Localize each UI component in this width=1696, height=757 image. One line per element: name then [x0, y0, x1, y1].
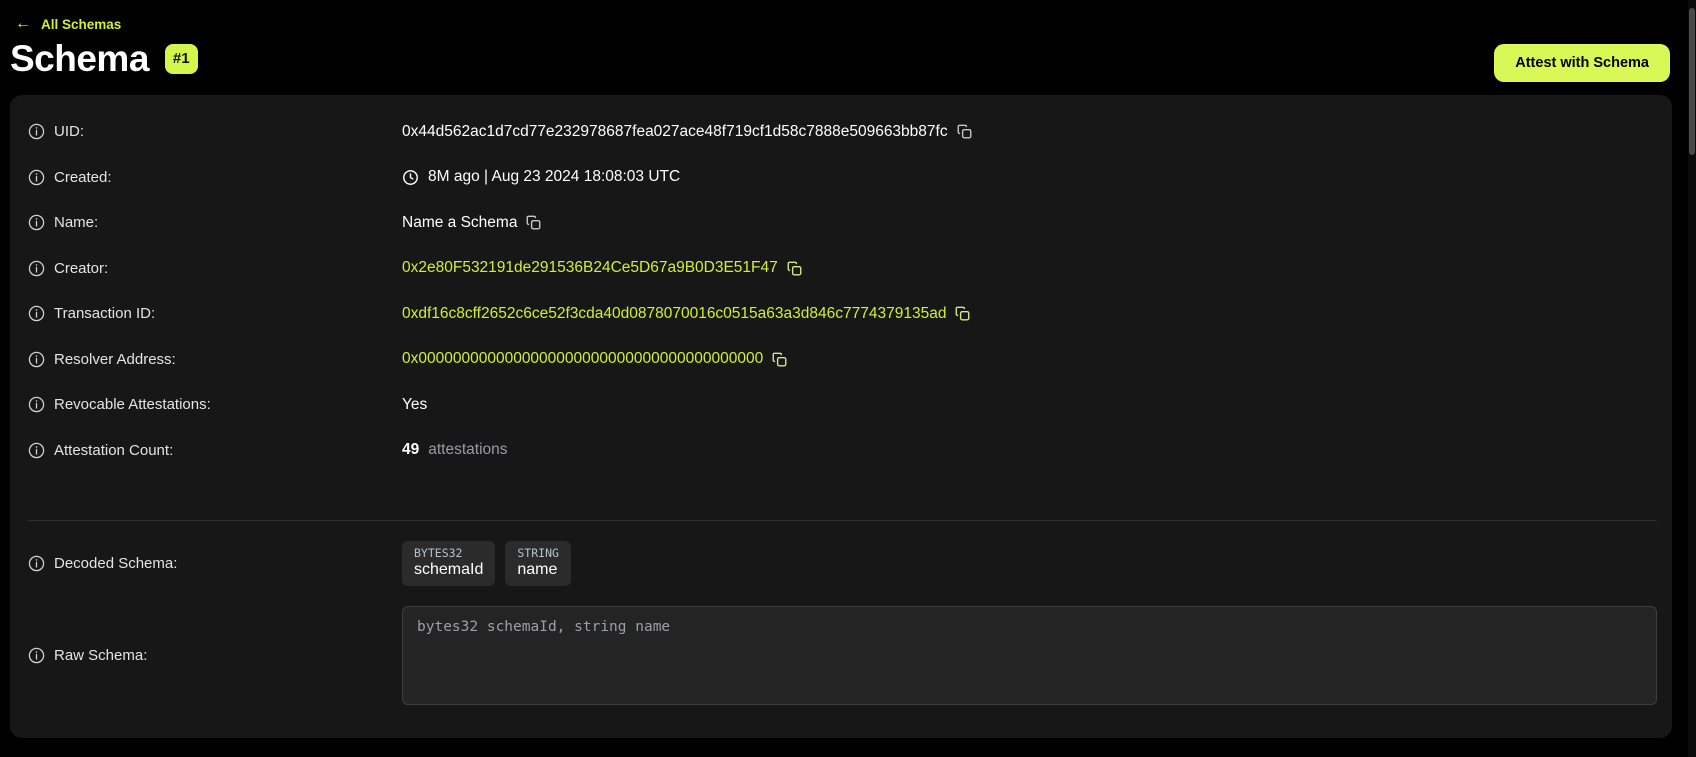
- field-label: Created:: [54, 169, 112, 186]
- revocable-value: Yes: [402, 396, 427, 414]
- copy-icon[interactable]: [957, 124, 972, 139]
- info-icon: [28, 305, 45, 322]
- field-row-resolver-address: Resolver Address: 0x00000000000000000000…: [28, 337, 1657, 383]
- back-to-all-schemas-link[interactable]: ← All Schemas: [15, 16, 121, 32]
- back-link-label: All Schemas: [41, 17, 121, 32]
- copy-icon[interactable]: [526, 215, 541, 230]
- field-label: UID:: [54, 123, 84, 140]
- field-row-created: Created: 8M ago | Aug 23 2024 18:08:03 U…: [28, 155, 1657, 201]
- field-row-revocable: Revocable Attestations: Yes: [28, 382, 1657, 428]
- field-label: Creator:: [54, 260, 108, 277]
- info-icon: [28, 123, 45, 140]
- raw-schema-row: Raw Schema: bytes32 schemaId, string nam…: [28, 606, 1657, 705]
- attestation-count-value: 49: [402, 441, 419, 459]
- info-icon: [28, 647, 45, 664]
- clock-icon: [402, 169, 419, 186]
- attestations-link[interactable]: attestations: [428, 441, 507, 459]
- info-icon: [28, 555, 45, 572]
- resolver-address-link[interactable]: 0x00000000000000000000000000000000000000…: [402, 350, 763, 368]
- schema-field-chip: BYTES32 schemaId: [402, 541, 495, 586]
- schema-detail-panel: UID: 0x44d562ac1d7cd77e232978687fea027ac…: [10, 95, 1672, 738]
- scrollbar-thumb[interactable]: [1689, 8, 1695, 155]
- field-label: Revocable Attestations:: [54, 396, 211, 413]
- field-row-name: Name: Name a Schema: [28, 200, 1657, 246]
- section-divider: [28, 520, 1657, 521]
- attest-with-schema-button[interactable]: Attest with Schema: [1494, 44, 1670, 82]
- decoded-schema-chips: BYTES32 schemaId STRING name: [402, 541, 1657, 586]
- schema-name-value: Name a Schema: [402, 214, 517, 232]
- transaction-id-link[interactable]: 0xdf16c8cff2652c6ce52f3cda40d0878070016c…: [402, 305, 946, 323]
- field-label: Raw Schema:: [54, 647, 147, 664]
- chip-field-name: schemaId: [414, 561, 483, 579]
- field-label: Attestation Count:: [54, 442, 173, 459]
- schema-number-badge: #1: [165, 44, 198, 74]
- info-icon: [28, 351, 45, 368]
- decoded-schema-row: Decoded Schema: BYTES32 schemaId STRING …: [28, 540, 1657, 586]
- page-scrollbar: [1688, 0, 1696, 757]
- info-icon: [28, 214, 45, 231]
- chip-field-name: name: [517, 561, 559, 579]
- page-title: Schema: [10, 38, 149, 80]
- field-row-uid: UID: 0x44d562ac1d7cd77e232978687fea027ac…: [28, 109, 1657, 155]
- field-label: Decoded Schema:: [54, 555, 177, 572]
- field-label: Name:: [54, 214, 98, 231]
- uid-value: 0x44d562ac1d7cd77e232978687fea027ace48f7…: [402, 123, 948, 141]
- info-icon: [28, 169, 45, 186]
- schema-field-chip: STRING name: [505, 541, 571, 586]
- copy-icon[interactable]: [772, 352, 787, 367]
- info-icon: [28, 396, 45, 413]
- info-icon: [28, 442, 45, 459]
- back-arrow-icon: ←: [15, 16, 31, 32]
- creator-address-link[interactable]: 0x2e80F532191de291536B24Ce5D67a9B0D3E51F…: [402, 259, 778, 277]
- field-row-transaction-id: Transaction ID: 0xdf16c8cff2652c6ce52f3c…: [28, 291, 1657, 337]
- chip-type-label: BYTES32: [414, 546, 483, 560]
- info-icon: [28, 260, 45, 277]
- field-row-creator: Creator: 0x2e80F532191de291536B24Ce5D67a…: [28, 246, 1657, 292]
- copy-icon[interactable]: [787, 261, 802, 276]
- copy-icon[interactable]: [955, 306, 970, 321]
- page-header: Schema #1: [10, 38, 198, 80]
- raw-schema-textarea[interactable]: bytes32 schemaId, string name: [402, 606, 1657, 705]
- field-label: Transaction ID:: [54, 305, 155, 322]
- created-value: 8M ago | Aug 23 2024 18:08:03 UTC: [428, 168, 680, 186]
- field-row-attestation-count: Attestation Count: 49 attestations: [28, 428, 1657, 474]
- chip-type-label: STRING: [517, 546, 559, 560]
- field-label: Resolver Address:: [54, 351, 176, 368]
